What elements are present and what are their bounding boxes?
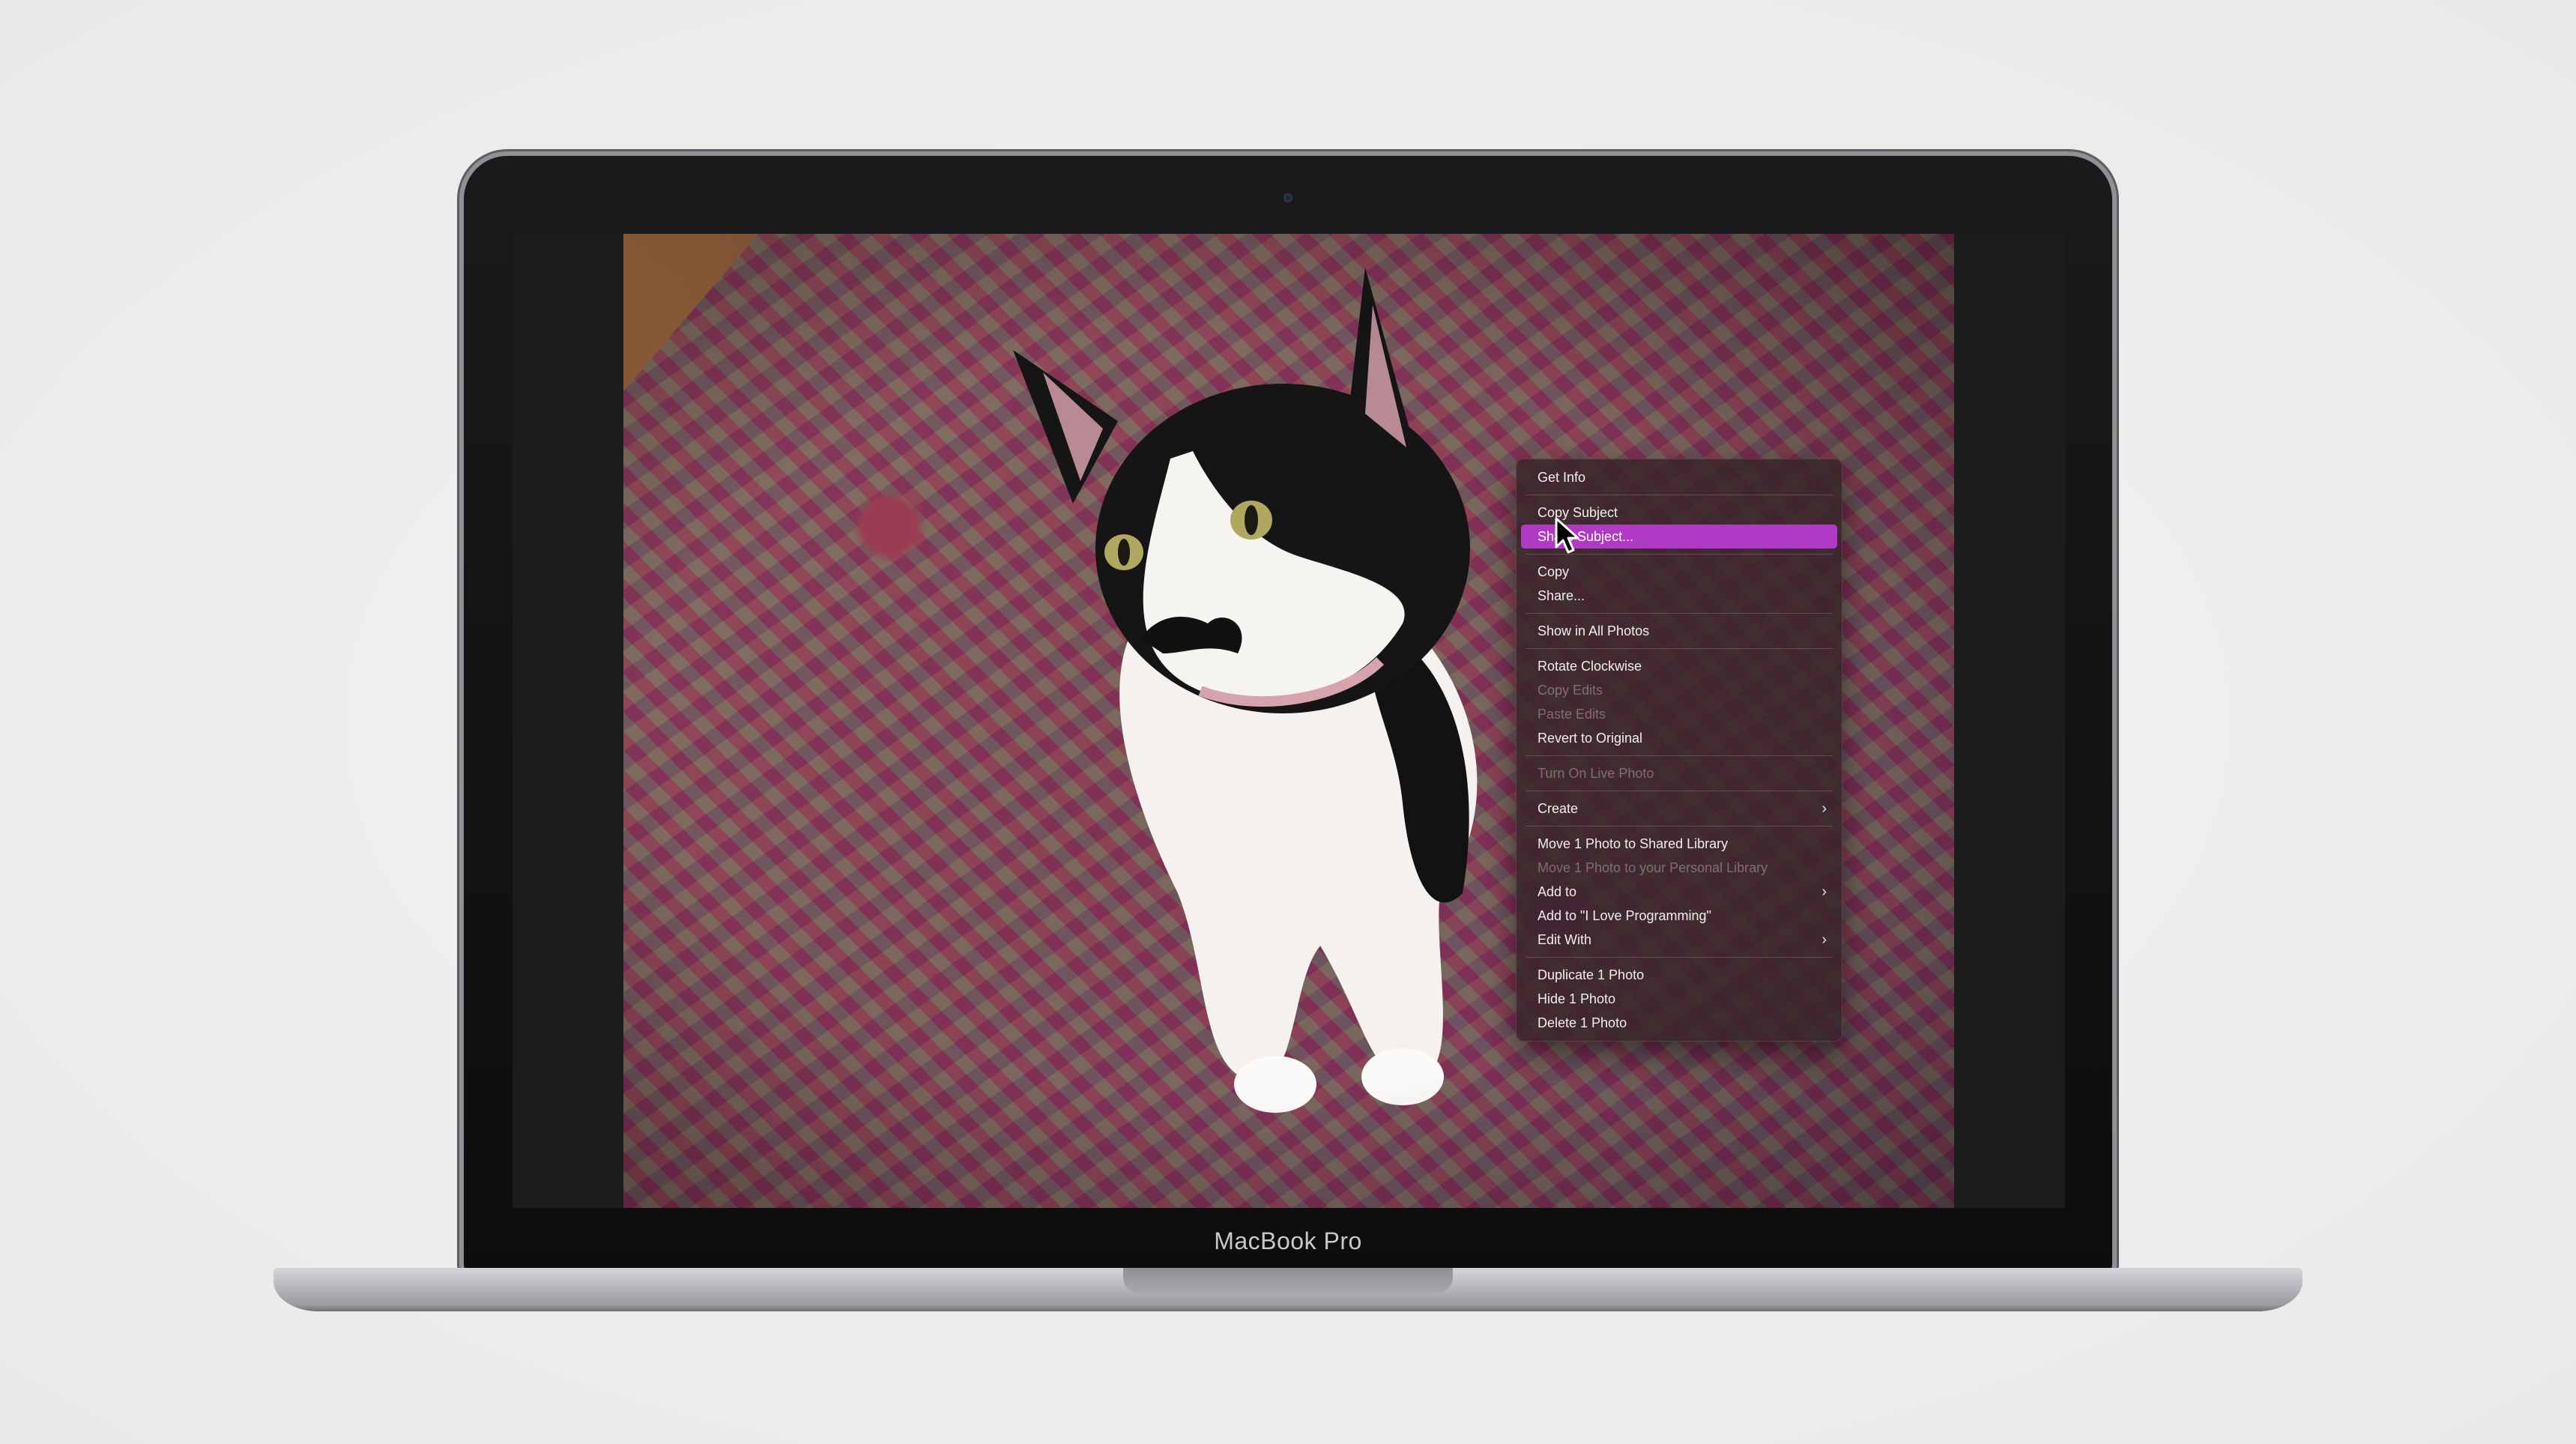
menu-item-edit-with[interactable]: Edit With › bbox=[1521, 928, 1837, 952]
menu-item-hide-photo[interactable]: Hide 1 Photo bbox=[1521, 987, 1837, 1011]
menu-separator bbox=[1526, 648, 1833, 649]
stage: Get Info Copy Subject Share Subject... C… bbox=[0, 0, 2576, 1444]
camera-icon bbox=[1284, 193, 1292, 202]
menu-item-turn-on-live-photo: Turn On Live Photo bbox=[1538, 766, 1654, 781]
menu-item-label: Create bbox=[1538, 801, 1579, 816]
chevron-right-icon: › bbox=[1821, 931, 1827, 948]
device-label: MacBook Pro bbox=[1214, 1227, 1362, 1254]
menu-item-get-info[interactable]: Get Info bbox=[1521, 465, 1837, 489]
menu-separator bbox=[1526, 613, 1833, 614]
pointer-arrow-icon bbox=[1555, 517, 1579, 554]
menu-separator bbox=[1526, 755, 1833, 756]
menu-item-add-to[interactable]: Add to › bbox=[1521, 880, 1837, 904]
menu-item-copy[interactable]: Copy bbox=[1521, 560, 1837, 584]
menu-separator bbox=[1526, 826, 1833, 827]
menu-item-paste-edits: Paste Edits bbox=[1538, 707, 1606, 722]
chevron-right-icon: › bbox=[1821, 883, 1827, 900]
menu-item-delete-photo[interactable]: Delete 1 Photo bbox=[1521, 1011, 1837, 1035]
menu-item-create[interactable]: Create › bbox=[1521, 797, 1837, 821]
menu-item-label: Add to bbox=[1538, 884, 1577, 899]
menu-item-duplicate-photo[interactable]: Duplicate 1 Photo bbox=[1521, 963, 1837, 987]
menu-separator bbox=[1526, 957, 1833, 958]
screen: Get Info Copy Subject Share Subject... C… bbox=[513, 234, 2065, 1208]
menu-item-revert-to-original[interactable]: Revert to Original bbox=[1521, 726, 1837, 750]
menu-item-move-to-shared-library[interactable]: Move 1 Photo to Shared Library bbox=[1521, 832, 1837, 856]
menu-item-move-to-personal-library: Move 1 Photo to your Personal Library bbox=[1538, 860, 1768, 875]
menu-item-show-in-all-photos[interactable]: Show in All Photos bbox=[1521, 619, 1837, 643]
laptop-lid: Get Info Copy Subject Share Subject... C… bbox=[464, 156, 2112, 1272]
menu-item-label: Edit With bbox=[1538, 932, 1592, 947]
menu-item-copy-edits: Copy Edits bbox=[1538, 683, 1603, 698]
menu-item-rotate-clockwise[interactable]: Rotate Clockwise bbox=[1521, 654, 1837, 678]
menu-item-add-to-album[interactable]: Add to "I Love Programming" bbox=[1521, 904, 1837, 928]
laptop-opening-notch bbox=[1123, 1268, 1453, 1293]
menu-item-share[interactable]: Share... bbox=[1521, 584, 1837, 608]
chevron-right-icon: › bbox=[1821, 800, 1827, 817]
